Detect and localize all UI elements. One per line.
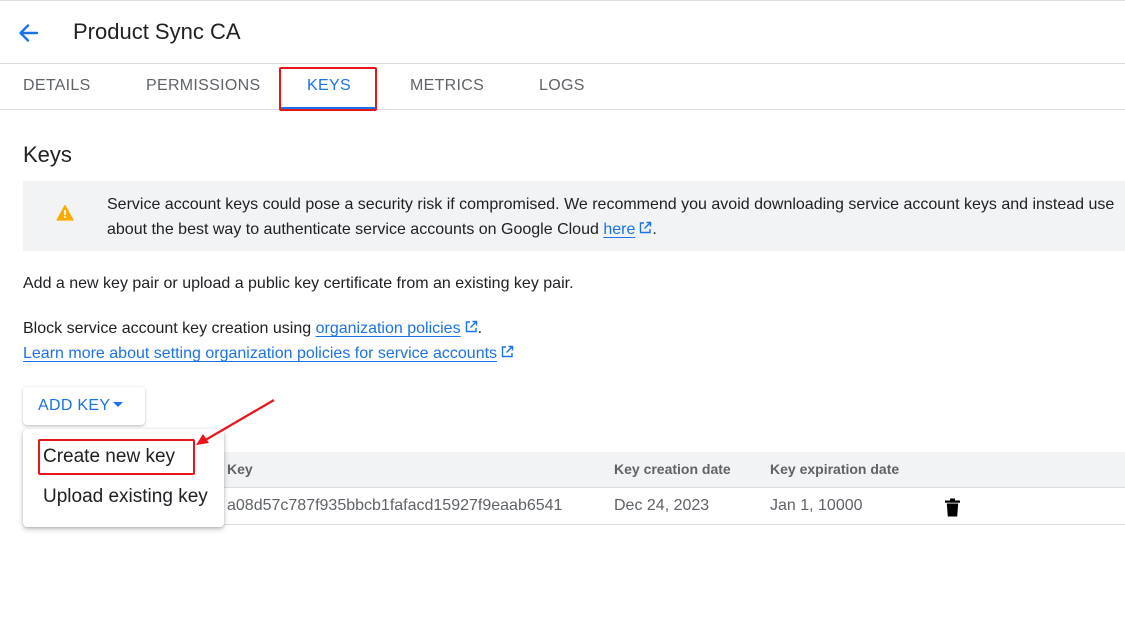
tab-bar: DETAILS PERMISSIONS KEYS METRICS LOGS xyxy=(0,64,1125,110)
arrow-back-icon[interactable] xyxy=(14,19,42,47)
security-warning-banner: Service account keys could pose a securi… xyxy=(23,181,1125,251)
external-link-icon xyxy=(464,319,478,333)
external-link-icon xyxy=(638,218,652,234)
tab-metrics[interactable]: METRICS xyxy=(410,64,484,109)
create-key-highlight xyxy=(38,439,195,475)
add-key-label: ADD KEY xyxy=(38,397,111,414)
tab-details[interactable]: DETAILS xyxy=(23,64,91,109)
warning-line-1: Service account keys could pose a securi… xyxy=(107,196,1115,213)
column-header-expiration-date: Key expiration date xyxy=(770,461,900,477)
intro-text: Add a new key pair or upload a public ke… xyxy=(23,275,574,292)
add-key-button[interactable]: ADD KEY xyxy=(23,387,145,425)
key-expiration-date: Jan 1, 10000 xyxy=(770,497,863,514)
trash-icon[interactable] xyxy=(944,498,961,517)
block-policy-suffix: . xyxy=(477,320,483,337)
keys-tab-highlight xyxy=(279,67,377,111)
column-header-creation-date: Key creation date xyxy=(614,461,731,477)
section-heading: Keys xyxy=(23,142,72,167)
warning-line-2: about the best way to authenticate servi… xyxy=(107,217,1114,242)
warning-text: Service account keys could pose a securi… xyxy=(107,192,1114,242)
key-id: a08d57c787f935bbcb1fafacd15927f9eaab6541 xyxy=(227,497,563,514)
block-policy-text: Block service account key creation using… xyxy=(23,318,482,340)
column-header-key: Key xyxy=(227,461,253,477)
chevron-down-icon xyxy=(113,402,123,407)
warning-line-2-suffix: . xyxy=(652,221,657,238)
learn-more-link[interactable]: Learn more about setting organization po… xyxy=(23,345,497,362)
tab-logs[interactable]: LOGS xyxy=(539,64,585,109)
warning-icon xyxy=(56,204,74,222)
menu-item-upload-existing-key[interactable]: Upload existing key xyxy=(43,485,208,509)
organization-policies-link[interactable]: organization policies xyxy=(316,320,461,337)
key-creation-date: Dec 24, 2023 xyxy=(614,497,710,514)
block-policy-prefix: Block service account key creation using xyxy=(23,320,316,337)
learn-more-line: Learn more about setting organization po… xyxy=(23,343,514,365)
annotation-arrow-icon xyxy=(196,399,275,445)
tab-permissions[interactable]: PERMISSIONS xyxy=(146,64,260,109)
warning-line-2-text: about the best way to authenticate servi… xyxy=(107,221,604,238)
here-link[interactable]: here xyxy=(603,221,635,238)
page-title: Product Sync CA xyxy=(73,19,241,44)
page-header: Product Sync CA xyxy=(0,3,1125,64)
external-link-icon xyxy=(500,344,514,358)
